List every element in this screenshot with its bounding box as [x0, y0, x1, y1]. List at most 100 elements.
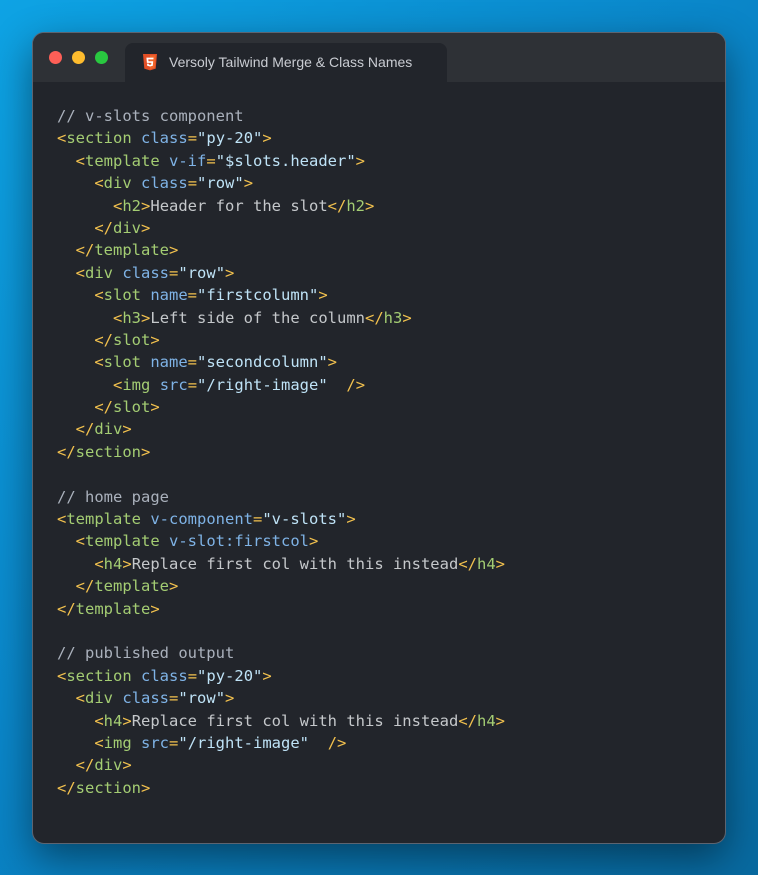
- code-comment: // home page: [57, 487, 169, 506]
- code-tag-name: h4: [476, 711, 496, 730]
- code-tag-name: h3: [122, 308, 142, 327]
- code-block: // v-slots component <section class="py-2…: [57, 105, 505, 799]
- code-punctuation: >: [365, 196, 375, 215]
- code-punctuation: >: [122, 420, 132, 439]
- code-line: <div class="row">: [57, 687, 505, 709]
- code-line: </slot>: [57, 329, 505, 351]
- code-punctuation: <: [113, 308, 123, 327]
- code-tag-name: img: [103, 733, 132, 752]
- code-line: <img src="/right-image" />: [57, 732, 505, 754]
- code-tag-name: div: [85, 263, 114, 282]
- code-tag-name: slot: [103, 286, 141, 305]
- code-string: "$slots.header": [215, 151, 356, 170]
- code-tag-name: template: [75, 599, 151, 618]
- code-line: <section class="py-20">: [57, 665, 505, 687]
- code-line: <template v-component="v-slots">: [57, 508, 505, 530]
- code-punctuation: >: [495, 554, 505, 573]
- code-string: "/right-image": [178, 733, 310, 752]
- code-punctuation: >: [141, 308, 151, 327]
- code-punctuation: =: [187, 129, 198, 148]
- code-line: // published output: [57, 642, 505, 664]
- code-punctuation: </: [75, 577, 95, 596]
- code-line: <section class="py-20">: [57, 127, 505, 149]
- code-line: </template>: [57, 575, 505, 597]
- code-attribute: v-slot:firstcol: [169, 532, 309, 551]
- code-line: <h3>Left side of the column</h3>: [57, 307, 505, 329]
- code-tag-name: slot: [113, 330, 151, 349]
- code-punctuation: >: [141, 218, 151, 237]
- code-text: Replace first col with this instead: [131, 554, 459, 573]
- code-tag-name: slot: [113, 398, 151, 417]
- code-tag-name: h3: [383, 308, 403, 327]
- code-punctuation: =: [253, 510, 263, 529]
- code-string: "row": [178, 263, 226, 282]
- code-tag-name: template: [66, 510, 141, 529]
- code-attribute: v-if: [169, 151, 207, 170]
- code-punctuation: >: [169, 577, 179, 596]
- code-line: <h4>Replace first col with this instead<…: [57, 553, 505, 575]
- code-line: <h4>Replace first col with this instead<…: [57, 710, 505, 732]
- code-tag-name: div: [94, 756, 123, 775]
- code-line: <img src="/right-image" />: [57, 374, 505, 396]
- code-attribute: v-component: [150, 510, 253, 529]
- code-string: "firstcolumn": [197, 286, 319, 305]
- editor-tab[interactable]: Versoly Tailwind Merge & Class Names: [125, 43, 447, 82]
- code-punctuation: </: [458, 711, 477, 730]
- code-punctuation: >: [141, 442, 151, 461]
- code-text: Replace first col with this instead: [131, 711, 459, 730]
- code-punctuation: >: [402, 308, 412, 327]
- code-tag-name: img: [122, 375, 151, 394]
- code-string: "py-20": [197, 666, 263, 685]
- maximize-window-button[interactable]: [95, 51, 108, 64]
- code-punctuation: >: [355, 151, 366, 170]
- code-punctuation: =: [187, 353, 198, 372]
- title-bar: Versoly Tailwind Merge & Class Names: [33, 33, 725, 82]
- minimize-window-button[interactable]: [72, 51, 85, 64]
- code-punctuation: </: [327, 196, 347, 215]
- code-tag-name: section: [66, 129, 132, 148]
- code-tag-name: div: [113, 218, 141, 237]
- code-punctuation: <: [113, 196, 123, 215]
- code-punctuation: <: [94, 554, 104, 573]
- code-punctuation: />: [346, 375, 366, 394]
- code-punctuation: >: [169, 241, 179, 260]
- code-line: </slot>: [57, 396, 505, 418]
- code-punctuation: >: [122, 554, 132, 573]
- code-punctuation: <: [75, 689, 86, 708]
- code-punctuation: =: [187, 375, 198, 394]
- code-punctuation: <: [113, 375, 123, 394]
- code-punctuation: <: [57, 666, 67, 685]
- code-string: "row": [197, 174, 244, 193]
- code-line: <div class="row">: [57, 172, 505, 194]
- close-window-button[interactable]: [49, 51, 62, 64]
- code-punctuation: >: [150, 330, 160, 349]
- code-punctuation: =: [187, 666, 198, 685]
- code-punctuation: </: [57, 599, 76, 618]
- code-punctuation: </: [75, 756, 95, 775]
- code-punctuation: >: [141, 196, 151, 215]
- code-tag-name: h4: [103, 554, 123, 573]
- code-tag-name: section: [66, 666, 132, 685]
- code-string: "secondcolumn": [197, 353, 328, 372]
- code-line: <template v-if="$slots.header">: [57, 150, 505, 172]
